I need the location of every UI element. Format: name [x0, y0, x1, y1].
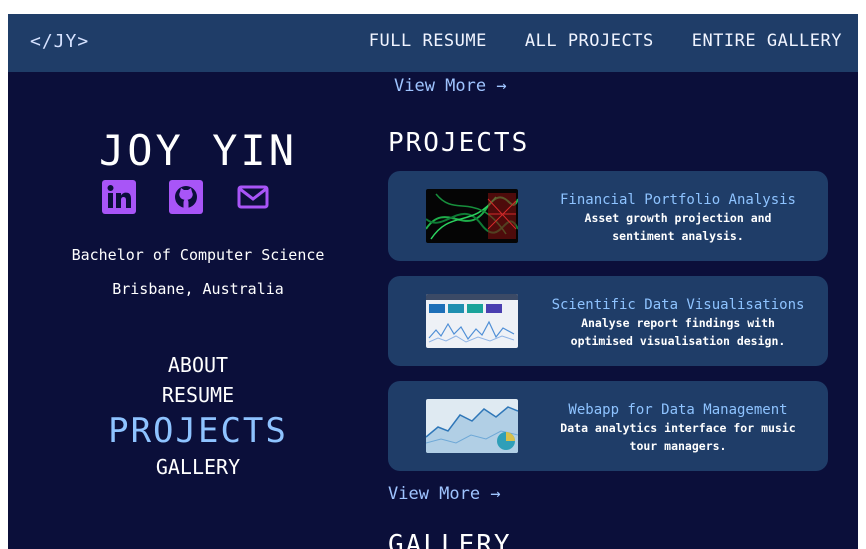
nav-links: FULL RESUME ALL PROJECTS ENTIRE GALLERY: [369, 31, 842, 51]
nav-entire-gallery[interactable]: ENTIRE GALLERY: [692, 31, 842, 51]
project-thumbnail-webapp: [426, 399, 518, 453]
project-card-text: Financial Portfolio Analysis Asset growt…: [538, 191, 818, 245]
project-card-webapp[interactable]: Webapp for Data Management Data analytic…: [388, 381, 828, 471]
gallery-heading: GALLERY: [388, 530, 512, 549]
social-links: [102, 180, 270, 214]
view-more-link-top[interactable]: View More →: [394, 76, 507, 96]
project-description-line2: tour managers.: [629, 439, 727, 453]
page-frame: </JY> FULL RESUME ALL PROJECTS ENTIRE GA…: [8, 14, 858, 549]
profile-degree: Bachelor of Computer Science: [71, 246, 325, 264]
side-nav: ABOUT RESUME PROJECTS GALLERY: [8, 350, 388, 482]
side-nav-projects[interactable]: PROJECTS: [8, 410, 388, 452]
profile-location: Brisbane, Australia: [112, 280, 284, 298]
linkedin-icon[interactable]: [102, 180, 136, 214]
site-logo[interactable]: </JY>: [30, 31, 89, 52]
project-thumbnail-financial: [426, 189, 518, 243]
side-nav-gallery[interactable]: GALLERY: [8, 452, 388, 482]
side-nav-about[interactable]: ABOUT: [8, 350, 388, 380]
nav-all-projects[interactable]: ALL PROJECTS: [525, 31, 654, 51]
project-description-line1: Analyse report findings with: [581, 316, 775, 330]
project-title: Webapp for Data Management: [568, 402, 788, 418]
project-card-financial[interactable]: Financial Portfolio Analysis Asset growt…: [388, 171, 828, 261]
project-card-scientific[interactable]: Scientific Data Visualisations Analyse r…: [388, 276, 828, 366]
view-more-projects-link[interactable]: View More →: [388, 484, 501, 504]
project-description-line2: sentiment analysis.: [612, 229, 744, 243]
profile-name: JOY YIN: [98, 126, 297, 175]
project-card-text: Scientific Data Visualisations Analyse r…: [538, 296, 818, 350]
github-icon[interactable]: [169, 180, 203, 214]
project-title: Financial Portfolio Analysis: [559, 192, 796, 208]
project-description-line2: optimised visualisation design.: [570, 334, 786, 348]
project-card-text: Webapp for Data Management Data analytic…: [538, 401, 818, 455]
projects-heading: PROJECTS: [388, 128, 530, 158]
project-thumbnail-scientific: [426, 294, 518, 348]
project-description-line1: Data analytics interface for music: [560, 421, 796, 435]
top-navbar: </JY> FULL RESUME ALL PROJECTS ENTIRE GA…: [8, 14, 858, 72]
mail-icon[interactable]: [236, 180, 270, 214]
side-nav-resume[interactable]: RESUME: [8, 380, 388, 410]
project-description-line1: Asset growth projection and: [584, 211, 772, 225]
nav-full-resume[interactable]: FULL RESUME: [369, 31, 487, 51]
project-title: Scientific Data Visualisations: [551, 297, 805, 313]
